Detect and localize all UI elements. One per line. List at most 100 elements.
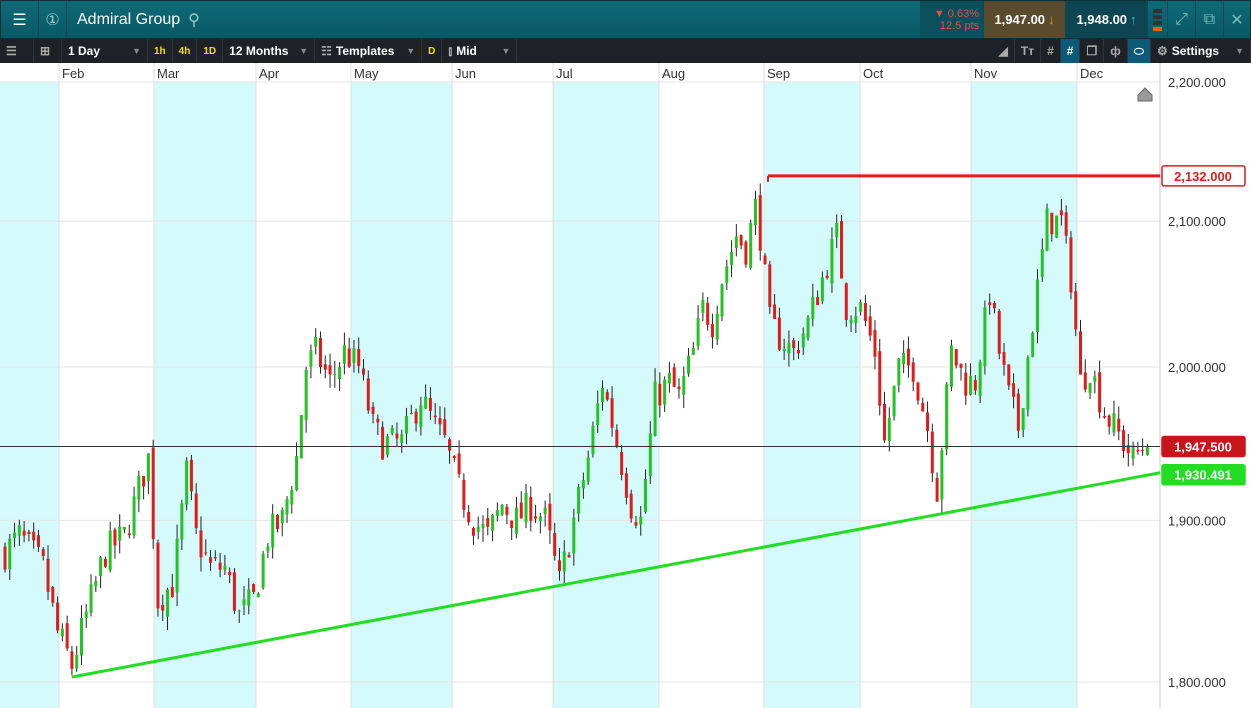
chevron-down-icon: ▼ — [1235, 46, 1244, 56]
candle-up — [644, 478, 648, 513]
candle-down — [777, 317, 781, 350]
candle-down — [921, 402, 925, 412]
candle-up — [1031, 332, 1035, 357]
crosshair-grid-icon[interactable]: # — [1060, 39, 1081, 63]
candle-up — [491, 515, 495, 531]
candle-down — [1107, 415, 1111, 427]
candle-up — [902, 352, 906, 365]
candle-down — [796, 350, 800, 354]
d-button[interactable]: D — [422, 39, 443, 63]
candle-up — [577, 486, 581, 514]
candle-up — [295, 456, 299, 491]
candle-down — [677, 386, 681, 390]
chevron-down-icon: ▼ — [406, 46, 416, 56]
candle-down — [189, 459, 193, 492]
candle-down — [347, 348, 351, 367]
candle-down — [1102, 416, 1106, 418]
price-type-label: Mid — [456, 44, 477, 58]
candle-down — [988, 302, 992, 306]
buy-button[interactable]: 1,948.00 ↑ — [1066, 1, 1148, 38]
candle-down — [428, 397, 432, 411]
candle-up — [601, 388, 604, 403]
candle-down — [486, 518, 490, 527]
candle-up — [290, 489, 294, 505]
candle-down — [926, 412, 930, 431]
candle-down — [457, 453, 461, 474]
sell-button[interactable]: 1,947.00 ↓ — [984, 1, 1066, 38]
candle-up — [1131, 445, 1135, 459]
candle-up — [1145, 447, 1149, 455]
interval-select[interactable]: 1 Day ▼ — [62, 39, 148, 63]
label-icon[interactable]: ⬭ — [1127, 39, 1151, 63]
quick-1h[interactable]: 1h — [148, 39, 173, 63]
candle-down — [252, 584, 256, 593]
candle-down — [706, 302, 710, 325]
popout-icon[interactable]: ⧉ — [1196, 1, 1224, 38]
candle-up — [682, 375, 686, 395]
candle-up — [390, 427, 394, 434]
quick-4h[interactable]: 4h — [173, 39, 198, 63]
candle-down — [1069, 237, 1073, 293]
price-tick-label: 2,100.000 — [1168, 214, 1226, 229]
candle-up — [596, 403, 600, 426]
month-label: Nov — [974, 66, 998, 81]
candle-down — [471, 528, 475, 536]
settings-button[interactable]: ⚙ Settings ▼ — [1151, 39, 1251, 63]
candle-up — [725, 266, 729, 283]
sell-price: 1,947.00 — [994, 12, 1046, 27]
list-icon[interactable]: ☰ — [0, 39, 34, 63]
candle-up — [787, 342, 791, 354]
layout-icon[interactable]: ⊞ — [34, 39, 62, 63]
candle-down — [529, 496, 533, 521]
candle-up — [859, 301, 863, 312]
candle-down — [127, 533, 131, 536]
menu-icon[interactable]: ☰ — [1, 1, 39, 38]
candle-down — [156, 542, 160, 609]
candle-up — [734, 236, 738, 249]
instrument-title[interactable]: Admiral Group ⚲ — [67, 1, 920, 38]
templates-select[interactable]: ☷ Templates ▼ — [315, 39, 423, 63]
candle-up — [753, 198, 757, 226]
layers-icon[interactable]: ❐ — [1080, 39, 1105, 63]
candle-up — [945, 384, 949, 450]
candle-down — [883, 403, 887, 441]
price-chart[interactable]: Feb Mar Apr May Jun Jul Aug Sep Oct Nov Dec 2,200.0… — [0, 63, 1251, 708]
candle-down — [873, 329, 877, 357]
candle-up — [237, 610, 241, 612]
close-icon[interactable]: ✕ — [1224, 1, 1250, 38]
candle-up — [691, 347, 695, 355]
candle-up — [419, 405, 423, 427]
drawing-icon[interactable]: ◢ — [993, 39, 1015, 63]
search-icon[interactable]: ⚲ — [188, 10, 200, 30]
candle-down — [318, 338, 322, 367]
candle-down — [954, 349, 958, 366]
link-group-icon[interactable]: ① — [39, 1, 67, 38]
candle-down — [710, 324, 714, 338]
candle-up — [266, 546, 270, 552]
candle-down — [448, 439, 452, 451]
grid-icon[interactable]: # — [1041, 39, 1061, 63]
instrument-name: Admiral Group — [77, 10, 181, 28]
indicator-icon[interactable]: ф — [1104, 39, 1128, 63]
candle-down — [816, 297, 820, 306]
price-type-select[interactable]: ⫾ Mid ▼ — [442, 39, 518, 63]
candle-up — [405, 415, 409, 434]
candle-up — [667, 372, 671, 384]
candle-down — [232, 572, 236, 611]
expand-icon[interactable]: ⤢ — [1168, 1, 1196, 38]
candle-up — [1112, 413, 1116, 433]
chevron-down-icon: ▼ — [501, 46, 511, 56]
quick-1d[interactable]: 1D — [197, 39, 224, 63]
candle-up — [314, 336, 318, 347]
range-select[interactable]: 12 Months ▼ — [223, 39, 316, 63]
candle-down — [56, 602, 60, 631]
candle-up — [118, 526, 122, 541]
candle-down — [519, 502, 523, 519]
candle-down — [1141, 449, 1145, 451]
candle-up — [285, 499, 289, 515]
candle-down — [825, 275, 829, 278]
text-icon[interactable]: Tт — [1015, 39, 1042, 63]
candle-up — [806, 317, 810, 339]
candle-down — [997, 310, 1001, 354]
change-pct: ▼ 0.63% — [933, 7, 979, 20]
